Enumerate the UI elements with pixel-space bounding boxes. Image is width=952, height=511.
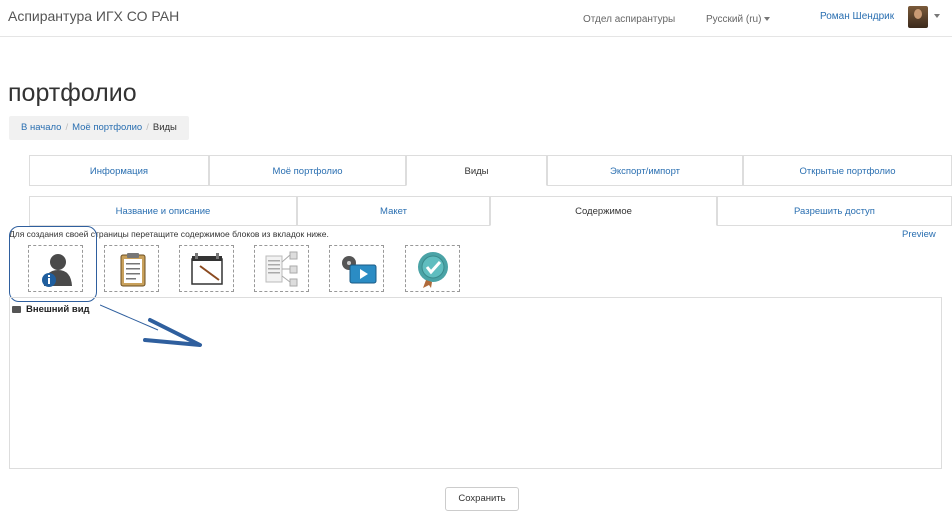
tab-open-portfolios[interactable]: Открытые портфолио xyxy=(743,155,952,186)
avatar[interactable] xyxy=(908,6,928,28)
breadcrumb-home[interactable]: В начало xyxy=(21,122,61,133)
badge-icon xyxy=(418,252,448,288)
block-notebook[interactable] xyxy=(179,245,234,292)
appearance-section[interactable]: Внешний вид xyxy=(12,304,90,315)
chevron-down-icon[interactable] xyxy=(934,14,940,18)
block-video[interactable] xyxy=(329,245,384,292)
video-icon xyxy=(342,256,377,284)
tab-export-import[interactable]: Экспорт/импорт xyxy=(547,155,743,186)
preview-link[interactable]: Preview xyxy=(902,229,936,240)
block-file-tree[interactable] xyxy=(254,245,309,292)
chevron-down-icon xyxy=(764,17,771,22)
tab-content[interactable]: Содержимое xyxy=(490,196,717,226)
highlight-annotation xyxy=(9,226,97,302)
breadcrumb: В начало / Моё портфолио / Виды xyxy=(9,116,189,140)
user-menu-link[interactable]: Роман Шендрик xyxy=(820,11,894,22)
block-badge[interactable] xyxy=(405,245,460,292)
page-title: портфолио xyxy=(8,79,137,107)
breadcrumb-current: Виды xyxy=(152,122,177,133)
tab-views[interactable]: Виды xyxy=(406,155,547,186)
block-clipboard[interactable] xyxy=(104,245,159,292)
breadcrumb-portfolio[interactable]: Моё портфолио xyxy=(72,122,142,133)
notebook-icon xyxy=(191,253,223,285)
site-brand[interactable]: Аспирантура ИГХ СО РАН xyxy=(8,8,179,24)
language-label: Русский (ru) xyxy=(706,14,762,25)
appearance-label: Внешний вид xyxy=(26,304,90,315)
tab-information[interactable]: Информация xyxy=(29,155,209,186)
language-dropdown[interactable]: Русский (ru) xyxy=(706,14,771,25)
tab-name-description[interactable]: Название и описание xyxy=(29,196,297,226)
briefcase-icon xyxy=(12,305,21,313)
nav-dept-link[interactable]: Отдел аспирантуры xyxy=(583,14,675,25)
clipboard-icon xyxy=(120,253,146,287)
breadcrumb-separator: / xyxy=(146,122,149,133)
arrow-annotation xyxy=(100,304,202,347)
file-tree-icon xyxy=(265,251,298,287)
tab-layout[interactable]: Макет xyxy=(297,196,490,226)
breadcrumb-separator: / xyxy=(65,122,69,133)
tab-my-portfolio[interactable]: Моё портфолио xyxy=(209,155,406,186)
tab-share[interactable]: Разрешить доступ xyxy=(717,196,952,226)
save-button[interactable]: Сохранить xyxy=(445,487,519,511)
top-navbar: Аспирантура ИГХ СО РАН Отдел аспирантуры… xyxy=(0,0,952,37)
